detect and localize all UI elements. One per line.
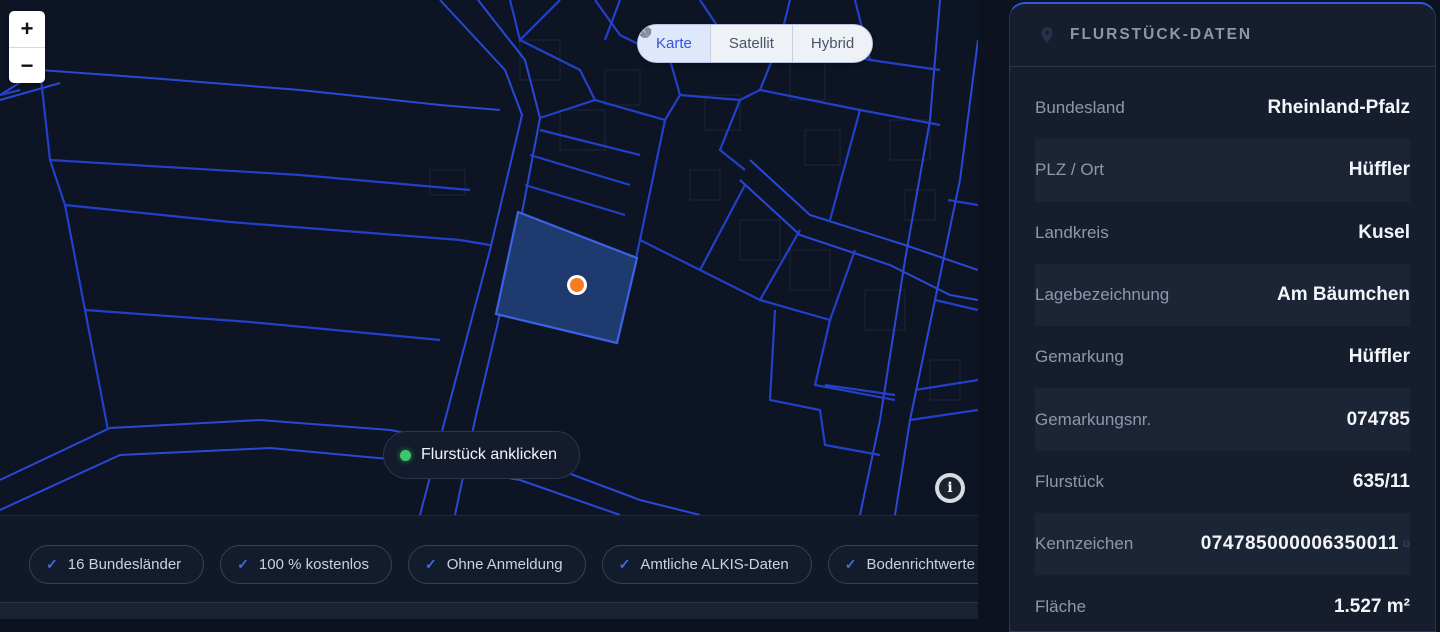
location-pin-icon — [1041, 27, 1053, 43]
check-icon: ✓ — [424, 556, 437, 572]
building-footprints — [429, 39, 961, 401]
data-row-bundesland: Bundesland Rheinland-Pfalz — [1035, 77, 1410, 139]
feature-chip: ✓ Bodenrichtwerte — [827, 545, 978, 584]
row-value: Kusel — [1358, 221, 1410, 243]
data-row-landkreis: Landkreis Kusel — [1035, 202, 1410, 264]
panel-header: FLURSTÜCK-DATEN — [1010, 4, 1435, 67]
feature-chip-label: 16 Bundesländer — [67, 556, 182, 573]
row-value: 635/11 — [1352, 470, 1410, 492]
row-label: Landkreis — [1035, 222, 1109, 242]
data-row-flurstueck: Flurstück 635/11 — [1035, 451, 1410, 513]
zoom-out-button[interactable]: − — [9, 47, 45, 83]
row-value[interactable]: 074785000006350011 — [1201, 533, 1399, 555]
panel-title: FLURSTÜCK-DATEN — [1070, 26, 1253, 43]
map-type-label: Hybrid — [810, 35, 855, 52]
row-value: 1.527 m² — [1333, 595, 1410, 617]
check-icon: ✓ — [237, 556, 249, 572]
check-icon: ✓ — [844, 556, 857, 572]
check-icon: ✓ — [618, 556, 631, 572]
data-row-gemarkungsnr: Gemarkungsnr. 074785 — [1035, 388, 1410, 451]
feature-chip: ✓ Ohne Anmeldung — [407, 545, 586, 584]
feature-chip: ✓ 100 % kostenlos — [220, 545, 392, 584]
map-info-button[interactable]: i — [935, 473, 965, 503]
row-label: Kennzeichen — [1035, 534, 1134, 554]
row-label: PLZ / Ort — [1035, 160, 1104, 180]
check-icon: ✓ — [46, 556, 58, 572]
info-icon: i — [939, 477, 961, 499]
feature-strip: ✓ 16 Bundesländer ✓ 100 % kostenlos ✓ Oh… — [0, 515, 978, 619]
selection-marker — [570, 278, 584, 292]
kennzeichen-value-wrap: 074785000006350011 ⧉ — [1201, 533, 1410, 555]
row-label: Bundesland — [1035, 98, 1125, 118]
hint-text: Flurstück anklicken — [421, 446, 558, 463]
status-dot-icon — [400, 449, 411, 461]
data-row-lagebezeichnung: Lagebezeichnung Am Bäumchen — [1035, 263, 1410, 327]
feature-chip-label: Amtliche ALKIS-Daten — [640, 556, 789, 573]
map-type-label: Karte — [656, 35, 692, 52]
layers-icon — [639, 28, 652, 36]
row-value: Am Bäumchen — [1276, 284, 1410, 306]
parcel-map[interactable]: + − Karte Satellit Hybrid Flurstück ankl… — [0, 0, 978, 515]
row-value: Hüffler — [1348, 159, 1410, 181]
row-value: Rheinland-Pfalz — [1267, 97, 1410, 119]
zoom-in-button[interactable]: + — [9, 11, 45, 47]
section-divider — [0, 602, 978, 619]
data-row-gemarkung: Gemarkung Hüffler — [1035, 326, 1410, 388]
map-type-switcher: Karte Satellit Hybrid — [637, 24, 874, 63]
row-label: Fläche — [1035, 596, 1087, 616]
feature-chip-row: ✓ 16 Bundesländer ✓ 100 % kostenlos ✓ Oh… — [29, 545, 978, 584]
parcel-lines — [0, 0, 978, 457]
click-parcel-hint: Flurstück anklicken — [383, 431, 581, 479]
parcel-data-panel: FLURSTÜCK-DATEN Bundesland Rheinland-Pfa… — [1009, 2, 1436, 632]
map-type-hybrid-button[interactable]: Hybrid — [639, 25, 872, 62]
selected-parcel[interactable] — [494, 210, 639, 345]
map-type-label: Satellit — [728, 35, 774, 52]
data-row-kennzeichen: Kennzeichen 074785000006350011 ⧉ — [1035, 513, 1410, 576]
feature-chip-label: Ohne Anmeldung — [446, 556, 563, 573]
data-row-plz-ort: PLZ / Ort Hüffler — [1035, 139, 1410, 202]
row-label: Lagebezeichnung — [1035, 285, 1170, 305]
zoom-control: + − — [9, 11, 45, 83]
row-label: Flurstück — [1035, 471, 1104, 491]
parcel-data-table: Bundesland Rheinland-Pfalz PLZ / Ort Hüf… — [1010, 67, 1435, 631]
row-value: Hüffler — [1348, 346, 1410, 368]
row-label: Gemarkungsnr. — [1035, 409, 1152, 429]
data-row-flaeche: Fläche 1.527 m² — [1035, 575, 1410, 631]
feature-chip: ✓ 16 Bundesländer — [29, 545, 205, 584]
row-value: 074785 — [1346, 408, 1410, 430]
row-label: Gemarkung — [1035, 347, 1124, 367]
map-type-satellit-button[interactable]: Satellit — [639, 25, 793, 62]
feature-chip-label: Bodenrichtwerte — [866, 556, 975, 573]
copy-icon[interactable]: ⧉ — [1403, 539, 1410, 550]
feature-chip-label: 100 % kostenlos — [258, 556, 369, 573]
feature-chip: ✓ Amtliche ALKIS-Daten — [601, 545, 812, 584]
